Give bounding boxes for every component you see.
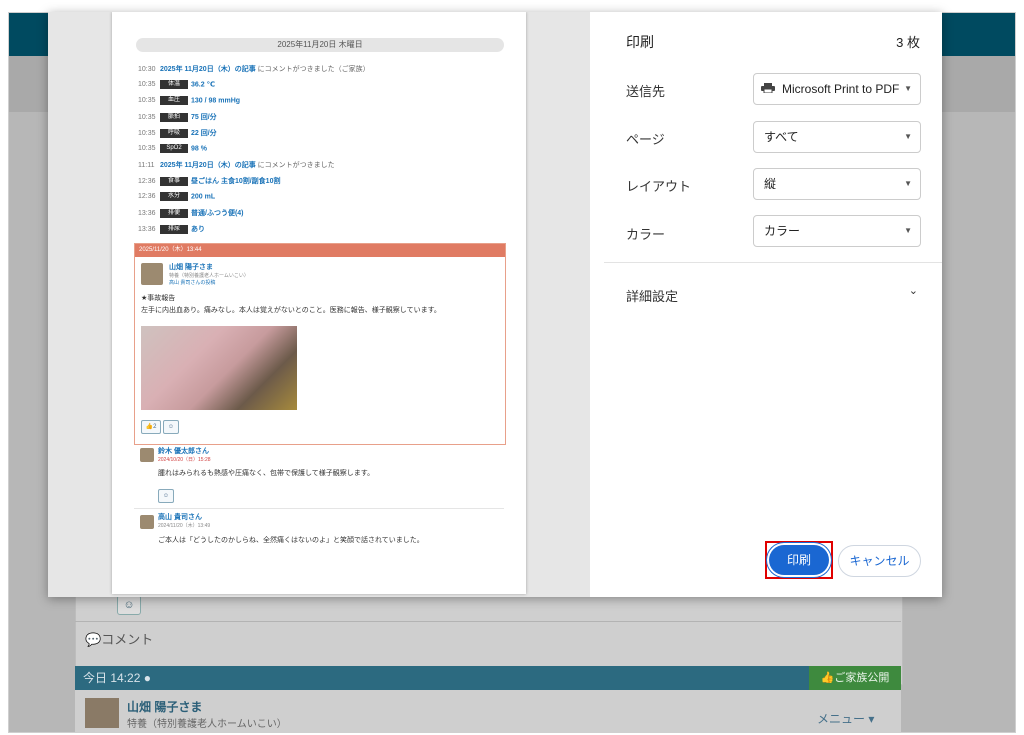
log-line: 10:35 体温 36.2 ℃ xyxy=(138,80,216,89)
log-line: 12:36 水分 200 mL xyxy=(138,192,216,201)
comment-author: 高山 貴司さん xyxy=(158,514,202,521)
avatar xyxy=(140,515,154,529)
injury-photo xyxy=(141,326,297,410)
date-header: 2025年11月20日 木曜日 xyxy=(136,38,504,52)
chevron-down-icon: ▼ xyxy=(904,84,912,93)
log-line: 10:35 血圧 130 / 98 mmHg xyxy=(138,96,241,105)
timeline-header: 今日 14:22 ● xyxy=(75,666,901,690)
comment-date: 2024/10/20（日）15:28 xyxy=(158,457,211,463)
log-line: 10:30 2025年 11月20日（木）の記事 にコメントがつきました（ご家族） xyxy=(138,66,370,73)
post-title: ★事故報告 xyxy=(141,295,176,302)
color-value: カラー xyxy=(764,224,801,238)
comment-row[interactable]: 💬コメント xyxy=(75,621,901,658)
log-line: 10:35 脈拍 75 回/分 xyxy=(138,112,217,122)
log-line: 10:35 呼吸 22 回/分 xyxy=(138,128,217,138)
chevron-down-icon: ▼ xyxy=(904,179,912,188)
post-facility: 特養（特別養護老人ホームいこい） xyxy=(169,273,249,279)
log-line: 10:35 SpO2 98 % xyxy=(138,144,207,153)
thumbs-up-icon: 👍 xyxy=(145,424,154,430)
destination-select[interactable]: Microsoft Print to PDF ▼ xyxy=(753,73,921,105)
chevron-down-icon: ▼ xyxy=(904,132,912,141)
preview-page: 2025年11月20日 木曜日 10:30 2025年 11月20日（木）の記事 … xyxy=(112,12,526,594)
print-dialog: 2025年11月20日 木曜日 10:30 2025年 11月20日（木）の記事 … xyxy=(48,12,942,597)
avatar xyxy=(140,448,154,462)
smile-icon: ☺ xyxy=(163,420,179,434)
thumbs-up-icon: 👍 xyxy=(820,672,835,684)
info-icon: ● xyxy=(143,671,151,685)
comment-divider xyxy=(134,508,504,509)
post-resident-name: 山畑 陽子さま xyxy=(169,264,213,271)
post-resident-name: 山畑 陽子さま xyxy=(127,700,203,714)
printer-icon xyxy=(761,83,775,93)
cancel-button[interactable]: キャンセル xyxy=(838,545,921,577)
family-public-label: ご家族公開 xyxy=(834,672,890,684)
print-preview-area: 2025年11月20日 木曜日 10:30 2025年 11月20日（木）の記事 … xyxy=(48,12,590,597)
pages-value: すべて xyxy=(764,130,799,144)
comment-date: 2024/11/20（木）13:49 xyxy=(158,523,211,529)
log-line: 13:36 排尿 あり xyxy=(138,224,205,234)
post-author: 高山 貴司さんの投稿 xyxy=(169,280,216,286)
sheet-count: 3 枚 xyxy=(896,35,920,50)
comment-label: コメント xyxy=(101,632,154,647)
timeline-time: 今日 14:22 xyxy=(83,671,141,685)
post-header: 2025/11/20（木）13:44 xyxy=(135,244,505,257)
avatar xyxy=(85,698,119,728)
family-public-button[interactable]: 👍ご家族公開 xyxy=(809,666,901,690)
pages-label: ページ xyxy=(626,132,665,147)
advanced-settings-toggle[interactable]: 詳細設定 xyxy=(626,286,678,305)
color-select[interactable]: カラー ▼ xyxy=(753,215,921,247)
chevron-down-icon[interactable]: ⌄ xyxy=(909,284,918,297)
comment-icon: 💬 xyxy=(85,632,102,647)
print-settings-panel: 印刷 3 枚 送信先 Microsoft Print to PDF ▼ ページ … xyxy=(604,12,942,597)
print-title: 印刷 xyxy=(626,34,654,50)
log-line: 12:36 食事 昼ごはん 主食10割/副食10割 xyxy=(138,176,281,186)
comment-text: 腫れはみられるも熱感や圧痛なく、包帯で保護して様子観察します。 xyxy=(158,470,375,477)
layout-label: レイアウト xyxy=(626,179,692,194)
reaction-count-button: 👍2 xyxy=(141,420,161,434)
avatar xyxy=(141,263,163,285)
layout-value: 縦 xyxy=(764,177,777,191)
destination-label: 送信先 xyxy=(626,84,666,99)
comment-author: 鈴木 優太郎さん xyxy=(158,448,209,455)
post-body: 左手に内出血あり。痛みなし。本人は覚えがないとのこと。医務に報告、様子観察してい… xyxy=(141,307,441,314)
settings-divider xyxy=(604,262,942,263)
timeline-post: 山畑 陽子さま 特養（特別養護老人ホームいこい） メニュー ▾ xyxy=(75,690,901,732)
print-button[interactable]: 印刷 xyxy=(769,545,829,575)
pages-select[interactable]: すべて ▼ xyxy=(753,121,921,153)
smile-icon[interactable]: ☺ xyxy=(117,595,141,615)
color-label: カラー xyxy=(626,227,666,242)
log-line: 13:36 排便 普通/ふつう便(4) xyxy=(138,208,244,218)
post-facility: 特養（特別養護老人ホームいこい） xyxy=(127,719,287,730)
chevron-down-icon: ▼ xyxy=(904,226,912,235)
smile-icon: ☺ xyxy=(158,489,174,503)
destination-value: Microsoft Print to PDF xyxy=(782,82,900,96)
accident-report-post: 2025/11/20（木）13:44 山畑 陽子さま 特養（特別養護老人ホームい… xyxy=(134,243,506,445)
layout-select[interactable]: 縦 ▼ xyxy=(753,168,921,200)
comment-text: ご本人は「どうしたのかしらね、全然痛くはないのよ」と笑顔で話されていました。 xyxy=(158,537,424,544)
post-menu-button[interactable]: メニュー ▾ xyxy=(817,710,874,727)
log-line: 11:11 2025年 11月20日（木）の記事 にコメントがつきました xyxy=(138,162,335,169)
